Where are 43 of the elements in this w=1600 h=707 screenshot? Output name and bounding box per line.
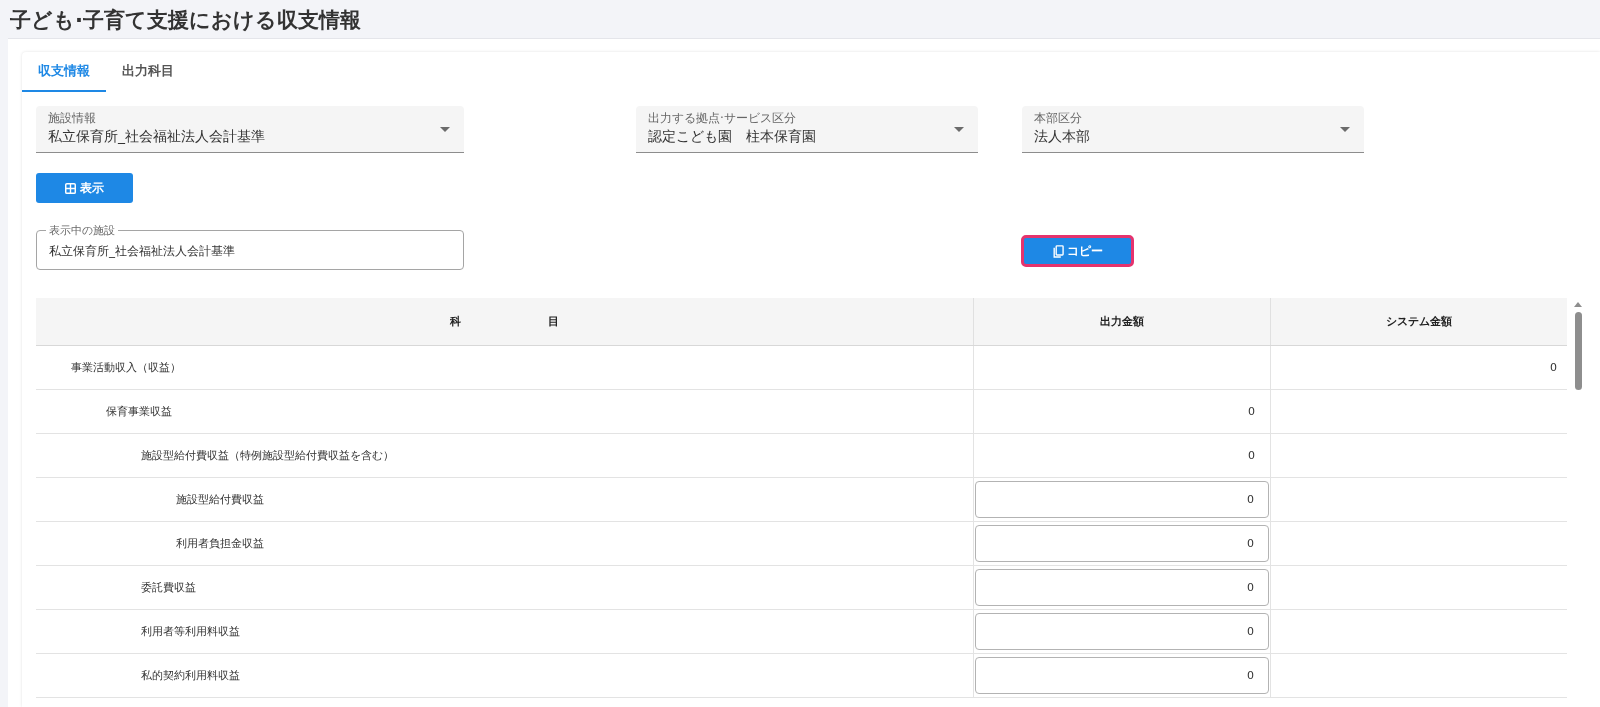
select-value: 認定こども園 柱本保育園 [648,127,816,146]
table-cell: 私的契約利用料収益 [141,668,240,683]
scrollbar-thumb[interactable] [1574,312,1582,390]
caret-icon [1340,126,1350,132]
field-value: 私立保育所_社会福祉法人会計基準 [49,243,236,260]
facility-display-field[interactable]: 表示中の施設 私立保育所_社会福祉法人会計基準 [36,224,464,270]
select-label: 出力する拠点·サービス区分 [648,111,796,126]
amount-cell: 0 [1248,449,1255,462]
table-cell: 委託費収益 [141,580,196,595]
select-label: 本部区分 [1034,111,1082,126]
column-header: 出力金額 [974,298,1271,345]
grid-icon [65,182,76,194]
amount-cell: 0 [1550,361,1557,374]
amount-input[interactable]: 0 [975,525,1269,562]
show-button[interactable]: 表示 [36,173,133,203]
select-value: 法人本部 [1034,127,1090,146]
amount-input[interactable]: 0 [975,569,1269,606]
amount-input[interactable]: 0 [975,481,1269,518]
page-title: 子ども·子育て支援における収支情報 [9,7,362,34]
tab[interactable]: 収支情報 [22,52,106,92]
table-cell: 施設型給付費収益（特例施設型給付費収益を含む） [141,448,394,463]
copy-icon [1052,244,1064,258]
column-header: 科 目 [36,298,974,345]
dropdown-select[interactable]: 出力する拠点·サービス区分 認定こども園 柱本保育園 [636,106,978,153]
amount-cell: 0 [1248,405,1255,418]
field-label: 表示中の施設 [48,224,116,237]
caret-icon [440,126,450,132]
table-cell: 施設型給付費収益 [176,492,264,507]
select-value: 私立保育所_社会福祉法人会計基準 [48,127,265,146]
table-cell: 保育事業収益 [106,404,172,419]
dropdown-select[interactable]: 施設情報 私立保育所_社会福祉法人会計基準 [36,106,464,153]
dropdown-select[interactable]: 本部区分 法人本部 [1022,106,1364,153]
select-label: 施設情報 [48,111,96,126]
amount-input[interactable]: 0 [975,657,1269,694]
caret-icon [954,126,964,132]
column-header: システム金額 [1271,298,1567,345]
table-cell: 利用者等利用料収益 [141,624,240,639]
scroll-up-icon[interactable] [1574,302,1582,307]
amount-input[interactable]: 0 [975,613,1269,650]
table-cell: 利用者負担金収益 [176,536,264,551]
table-cell: 事業活動収入（収益） [71,360,181,375]
tab[interactable]: 出力科目 [106,52,190,92]
copy-button[interactable]: コピー [1021,235,1134,267]
